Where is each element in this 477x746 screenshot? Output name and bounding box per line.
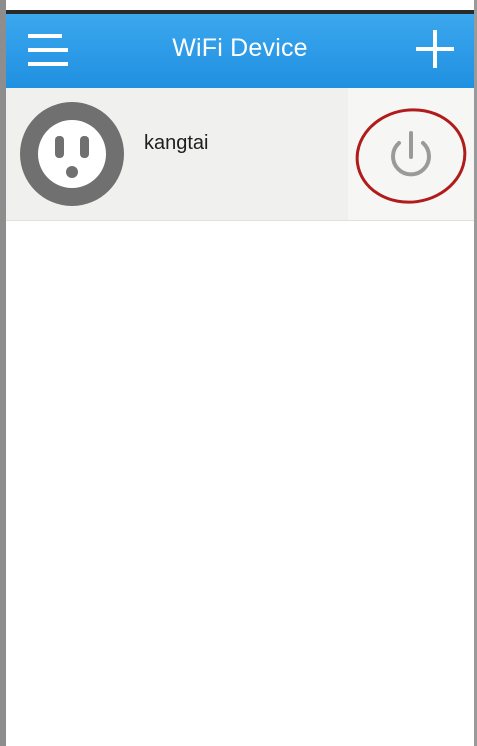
page-title: WiFi Device [172,34,308,62]
power-button[interactable] [354,107,468,205]
app-bar: WiFi Device [6,10,474,90]
device-list-item[interactable]: kangtai [6,88,474,221]
outlet-icon-graphic [38,120,106,188]
device-name: kangtai [144,132,209,154]
add-device-button[interactable] [416,30,454,68]
power-outlet-icon [20,102,124,206]
phone-screen: WiFi Device kangtai [0,0,477,746]
power-icon [355,108,467,204]
plus-icon-stroke [433,30,437,68]
